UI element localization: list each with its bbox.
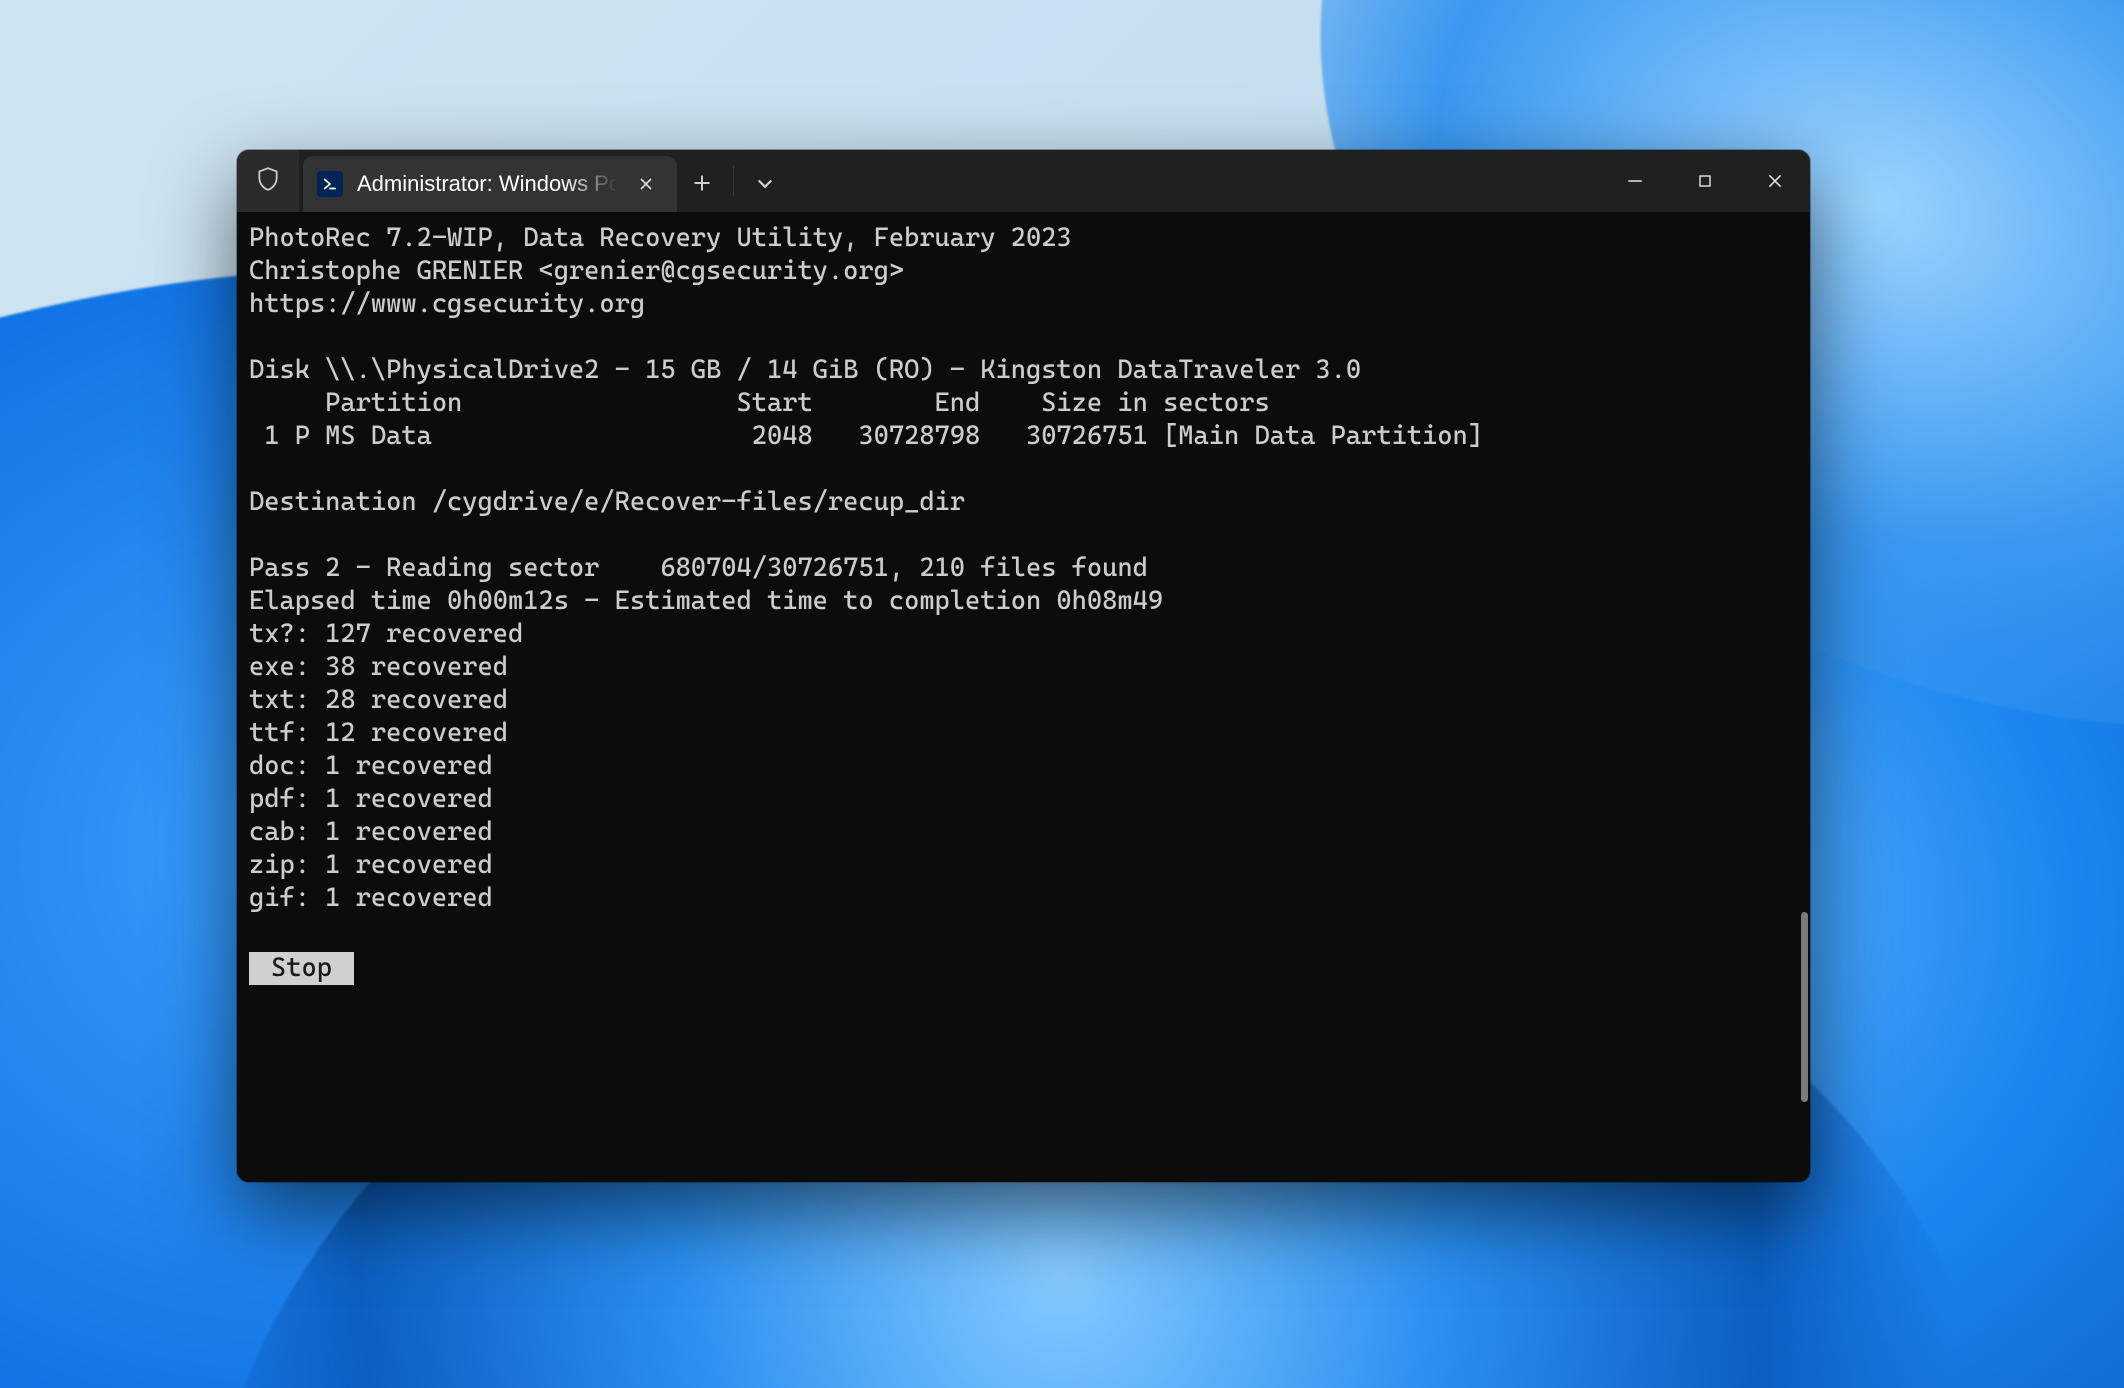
scrollbar-thumb[interactable] [1801,912,1808,1102]
powershell-icon [317,171,343,197]
partition-header: Partition Start End Size in sectors [249,388,1270,418]
recovered-line: txt: 28 recovered [249,685,508,715]
photorec-header-line: PhotoRec 7.2-WIP, Data Recovery Utility,… [249,223,1072,253]
admin-shield-slot [237,150,299,212]
maximize-button[interactable] [1670,150,1740,212]
titlebar[interactable]: Administrator: Windows Powe [237,150,1810,212]
tab-dropdown-button[interactable] [740,154,790,212]
photorec-author-line: Christophe GRENIER <grenier@cgsecurity.o… [249,256,904,286]
recovered-line: exe: 38 recovered [249,652,508,682]
tab-close-button[interactable] [631,169,661,199]
photorec-url-line: https://www.cgsecurity.org [249,289,645,319]
new-tab-button[interactable] [677,154,727,212]
partition-row: 1 P MS Data 2048 30728798 30726751 [Main… [249,421,1483,451]
destination-line: Destination /cygdrive/e/Recover-files/re… [249,487,965,517]
recovered-line: cab: 1 recovered [249,817,493,847]
titlebar-separator [733,166,734,196]
window-controls [1600,150,1810,212]
shield-icon [255,166,281,197]
recovered-line: pdf: 1 recovered [249,784,493,814]
recovered-line: zip: 1 recovered [249,850,493,880]
tab-title: Administrator: Windows Powe [357,171,617,197]
terminal-window: Administrator: Windows Powe [237,150,1810,1182]
stop-menu-item[interactable]: Stop [249,952,354,985]
pass-line: Pass 2 - Reading sector 680704/30726751,… [249,553,1148,583]
recovered-line: doc: 1 recovered [249,751,493,781]
terminal-output[interactable]: PhotoRec 7.2-WIP, Data Recovery Utility,… [237,212,1810,1182]
close-button[interactable] [1740,150,1810,212]
recovered-line: ttf: 12 recovered [249,718,508,748]
recovered-line: tx?: 127 recovered [249,619,523,649]
disk-line: Disk \\.\PhysicalDrive2 - 15 GB / 14 GiB… [249,355,1361,385]
tab-powershell-admin[interactable]: Administrator: Windows Powe [303,156,677,212]
elapsed-line: Elapsed time 0h00m12s - Estimated time t… [249,586,1163,616]
recovered-line: gif: 1 recovered [249,883,493,913]
minimize-button[interactable] [1600,150,1670,212]
